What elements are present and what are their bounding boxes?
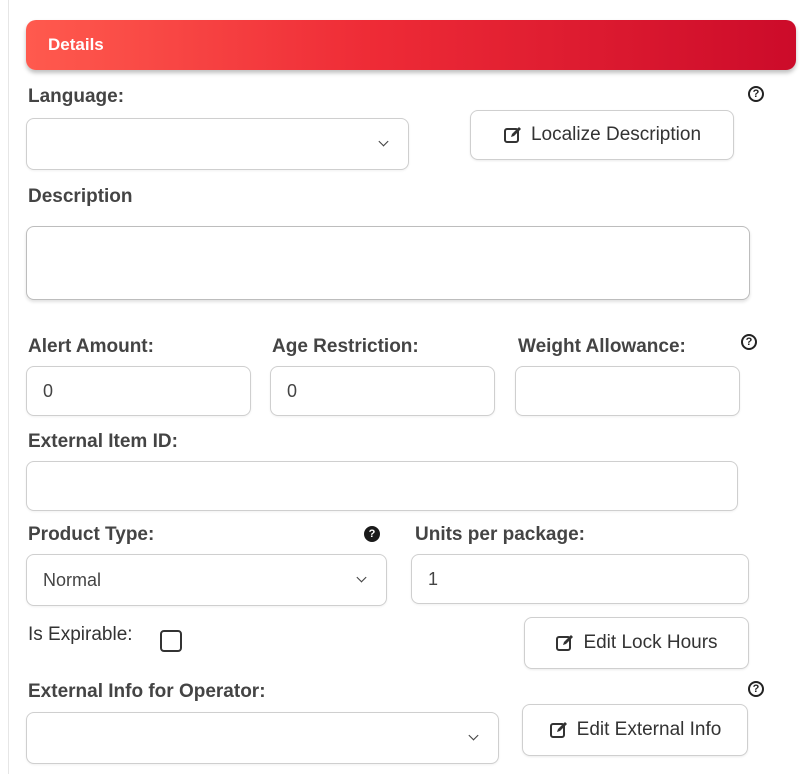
weight-allowance-input[interactable] [515, 366, 740, 416]
localize-description-label: Localize Description [530, 124, 702, 145]
help-icon[interactable]: ? [748, 681, 764, 697]
edit-lock-hours-button[interactable]: Edit Lock Hours [524, 617, 749, 669]
is-expirable-checkbox[interactable] [160, 630, 182, 652]
chevron-down-icon [468, 729, 479, 741]
is-expirable-label: Is Expirable: [28, 624, 133, 645]
chevron-down-icon [378, 135, 389, 147]
edit-icon [556, 635, 574, 651]
external-info-label: External Info for Operator: [28, 681, 266, 702]
chevron-down-icon [356, 571, 367, 583]
units-per-package-input[interactable]: 1 [411, 554, 749, 604]
language-label: Language: [28, 86, 125, 107]
age-restriction-value: 0 [287, 380, 298, 401]
age-restriction-input[interactable]: 0 [270, 366, 495, 416]
edit-external-info-label: Edit External Info [576, 719, 722, 740]
description-label: Description [28, 186, 133, 207]
units-per-package-value: 1 [428, 568, 439, 589]
age-restriction-label: Age Restriction: [272, 336, 419, 357]
alert-amount-value: 0 [43, 380, 54, 401]
product-type-label: Product Type: [28, 524, 155, 545]
alert-amount-label: Alert Amount: [28, 336, 154, 357]
edit-icon [549, 722, 567, 738]
external-item-id-label: External Item ID: [28, 431, 178, 452]
help-icon[interactable]: ? [364, 526, 380, 542]
product-type-value: Normal [43, 569, 102, 590]
help-icon[interactable]: ? [748, 86, 764, 102]
units-per-package-label: Units per package: [415, 524, 585, 545]
details-section-header: Details [26, 20, 796, 70]
section-title: Details [48, 35, 104, 54]
left-border [8, 0, 9, 774]
edit-lock-hours-label: Edit Lock Hours [583, 632, 718, 653]
weight-allowance-label: Weight Allowance: [518, 336, 686, 357]
product-type-select[interactable]: Normal [26, 554, 387, 606]
external-item-id-input[interactable] [26, 461, 738, 511]
external-info-select[interactable] [26, 712, 499, 764]
help-icon[interactable]: ? [741, 334, 757, 350]
description-textarea[interactable] [26, 226, 750, 300]
edit-external-info-button[interactable]: Edit External Info [522, 704, 748, 756]
localize-description-button[interactable]: Localize Description [470, 110, 734, 160]
language-select[interactable] [26, 118, 409, 170]
edit-icon [503, 127, 521, 143]
alert-amount-input[interactable]: 0 [26, 366, 251, 416]
